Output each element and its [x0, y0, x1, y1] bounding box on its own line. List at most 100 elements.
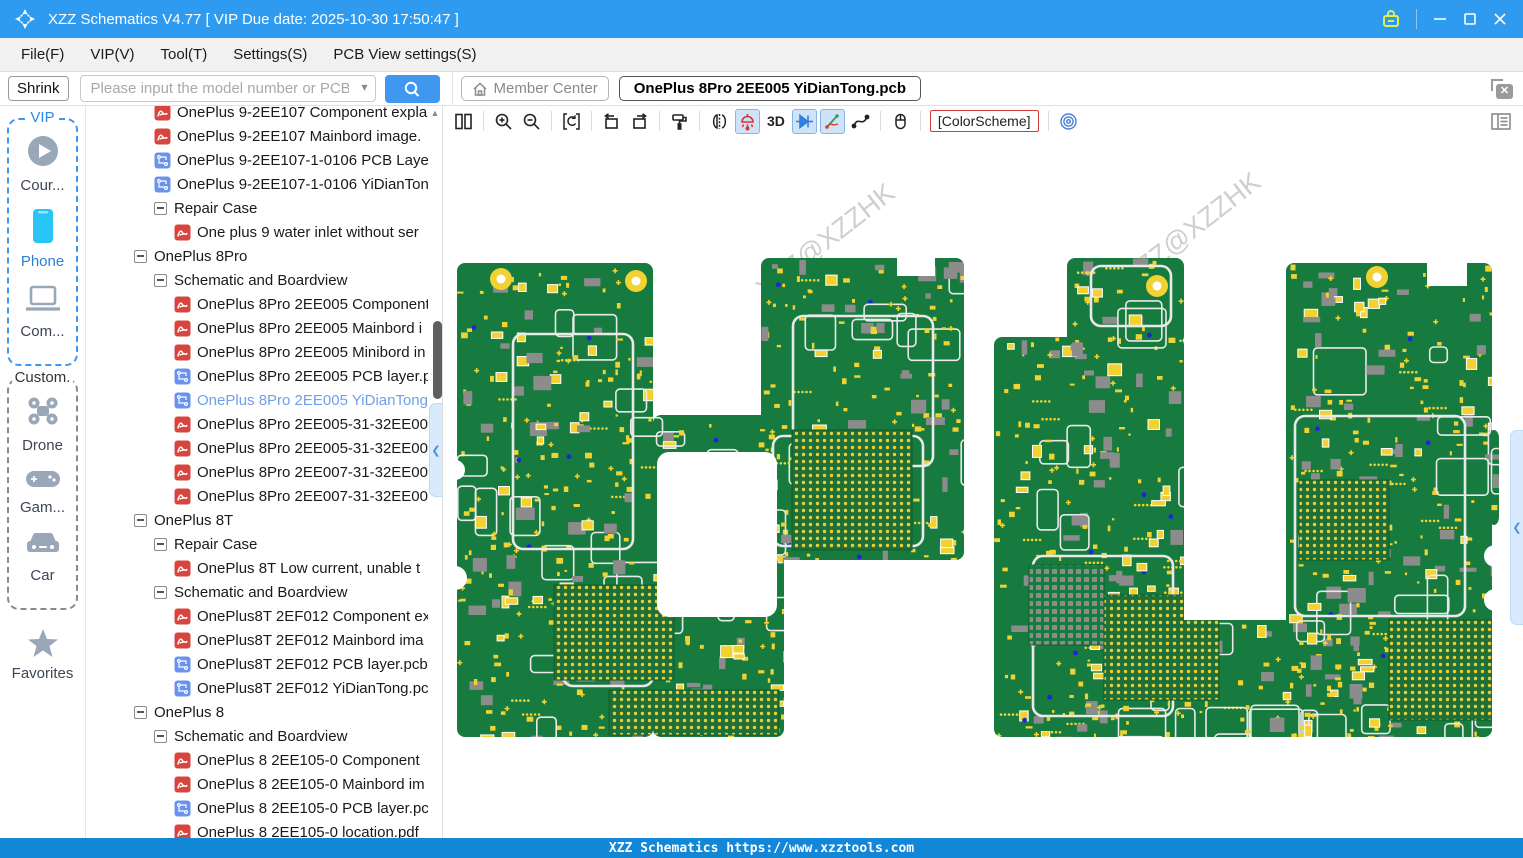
- rotate-right-icon[interactable]: [627, 109, 652, 134]
- search-button[interactable]: [385, 75, 440, 103]
- measure-icon[interactable]: [820, 109, 845, 134]
- tree-file-row[interactable]: OnePlus8T 2EF012 Component ex: [86, 604, 428, 628]
- tree-file-row[interactable]: OnePlus 8Pro 2EE005 Minibord in: [86, 340, 428, 364]
- tree-collapse-handle[interactable]: ❮: [429, 403, 442, 497]
- tree-file-row[interactable]: OnePlus 8Pro 2EE005 Mainbord i: [86, 316, 428, 340]
- tree-item-label: One plus 9 water inlet without ser: [197, 224, 419, 241]
- split-view-icon[interactable]: [451, 109, 476, 134]
- tree-group-row[interactable]: Repair Case: [86, 532, 428, 556]
- curve-icon[interactable]: [848, 109, 873, 134]
- paint-roller-icon[interactable]: [667, 109, 692, 134]
- sidebar-item-label: Cour...: [20, 177, 64, 194]
- minimize-button[interactable]: [1425, 6, 1455, 32]
- rotate-select-icon[interactable]: [559, 109, 584, 134]
- tree-file-row[interactable]: OnePlus 9-2EE107 Component explan: [86, 106, 428, 124]
- tree-file-row[interactable]: OnePlus 8 2EE105-0 PCB layer.pcb: [86, 796, 428, 820]
- collapse-box-icon[interactable]: [154, 538, 167, 551]
- tree-file-row[interactable]: OnePlus 8 2EE105-0 Mainbord im: [86, 772, 428, 796]
- sidebar-item-computer[interactable]: Com...: [9, 284, 76, 340]
- toolbar-separator: [659, 111, 660, 131]
- tree-file-row[interactable]: OnePlus 8 2EE105-0 location.pdf: [86, 820, 428, 838]
- layers-panel-toggle-icon[interactable]: [1491, 113, 1511, 130]
- collapse-box-icon[interactable]: [154, 274, 167, 287]
- menu-item-4[interactable]: PCB View settings(S): [320, 38, 489, 71]
- mirror-flip-icon[interactable]: [707, 109, 732, 134]
- tree-file-row[interactable]: OnePlus 8T Low current, unable t: [86, 556, 428, 580]
- pcb-file-icon: [154, 152, 171, 169]
- diode-icon[interactable]: [792, 109, 817, 134]
- sidebar-item-favorites[interactable]: Favorites: [0, 628, 85, 682]
- pcb-canvas[interactable]: XZZ@XZZHKXZZ@XZZHK: [443, 136, 1523, 838]
- tree-group-row[interactable]: OnePlus 8Pro: [86, 244, 428, 268]
- 3d-view-button[interactable]: 3D: [763, 109, 789, 134]
- tree-item-label: OnePlus 9-2EE107-1-0106 YiDianTon: [177, 176, 428, 193]
- member-center-button[interactable]: Member Center: [461, 76, 609, 101]
- tree-file-row[interactable]: OnePlus 8 2EE105-0 Component: [86, 748, 428, 772]
- tree-scrollbar-thumb[interactable]: [433, 321, 442, 399]
- tree-group-row[interactable]: Schematic and Boardview: [86, 580, 428, 604]
- menu-item-3[interactable]: Settings(S): [220, 38, 320, 71]
- pcb-file-icon: [174, 392, 191, 409]
- shrink-button[interactable]: Shrink: [8, 76, 69, 101]
- gamepad-icon: [24, 468, 62, 495]
- collapse-box-icon[interactable]: [154, 202, 167, 215]
- chevron-down-icon[interactable]: ▾: [362, 80, 368, 94]
- toolbar-separator: [699, 111, 700, 131]
- tree-file-row[interactable]: OnePlus 8Pro 2EE005-31-32EE007: [86, 436, 428, 460]
- collapse-box-icon[interactable]: [134, 514, 147, 527]
- menu-item-0[interactable]: File(F): [8, 38, 77, 71]
- tree-group-row[interactable]: Schematic and Boardview: [86, 268, 428, 292]
- tree-file-row[interactable]: OnePlus 8Pro 2EE005-31-32EE007: [86, 412, 428, 436]
- sidebar-item-drone[interactable]: Drone: [9, 394, 76, 454]
- sidebar-item-label: Car: [30, 567, 54, 584]
- collapse-box-icon[interactable]: [134, 706, 147, 719]
- collapse-box-icon[interactable]: [154, 730, 167, 743]
- close-button[interactable]: [1485, 6, 1515, 32]
- colorscheme-button[interactable]: [ColorScheme]: [930, 110, 1039, 132]
- tree-file-row[interactable]: One plus 9 water inlet without ser: [86, 220, 428, 244]
- active-pcb-tab[interactable]: OnePlus 8Pro 2EE005 YiDianTong.pcb: [619, 76, 921, 101]
- mouse-icon[interactable]: [888, 109, 913, 134]
- lamp-icon[interactable]: [735, 109, 760, 134]
- tree-file-row[interactable]: OnePlus 9-2EE107-1-0106 YiDianTon: [86, 172, 428, 196]
- tree-file-row[interactable]: OnePlus 9-2EE107 Mainbord image.: [86, 124, 428, 148]
- tree-file-row[interactable]: OnePlus 8Pro 2EE007-31-32EE007: [86, 460, 428, 484]
- vip-lock-icon[interactable]: [1380, 8, 1402, 30]
- tree-file-row[interactable]: OnePlus8T 2EF012 PCB layer.pcb: [86, 652, 428, 676]
- tree-file-row[interactable]: OnePlus8T 2EF012 YiDianTong.pc: [86, 676, 428, 700]
- pdf-file-icon: [174, 416, 191, 433]
- pcb-file-icon: [174, 368, 191, 385]
- sidebar-item-courses[interactable]: Cour...: [9, 134, 76, 194]
- sidebar-item-car[interactable]: Car: [9, 530, 76, 584]
- tree-item-label: OnePlus 9-2EE107-1-0106 PCB Layer: [177, 152, 428, 169]
- tree-file-row[interactable]: OnePlus 8Pro 2EE005 YiDianTong: [86, 388, 428, 412]
- tree-group-row[interactable]: OnePlus 8T: [86, 508, 428, 532]
- zoom-in-icon[interactable]: [491, 109, 516, 134]
- collapse-box-icon[interactable]: [134, 250, 147, 263]
- menu-item-1[interactable]: VIP(V): [77, 38, 147, 71]
- tree-group-row[interactable]: Schematic and Boardview: [86, 724, 428, 748]
- sidebar-item-phone[interactable]: Phone: [9, 208, 76, 270]
- maximize-button[interactable]: [1455, 6, 1485, 32]
- search-input[interactable]: [80, 75, 376, 102]
- tree-file-row[interactable]: OnePlus8T 2EF012 Mainbord ima: [86, 628, 428, 652]
- right-panel-collapse-handle[interactable]: ❮: [1510, 430, 1523, 625]
- close-all-tabs-icon[interactable]: ✕: [1491, 79, 1513, 99]
- pdf-file-icon: [174, 224, 191, 241]
- scroll-up-arrow[interactable]: ▲: [430, 108, 440, 118]
- tree-file-row[interactable]: OnePlus 8Pro 2EE005 PCB layer.p: [86, 364, 428, 388]
- rotate-left-icon[interactable]: [599, 109, 624, 134]
- pdf-file-icon: [174, 464, 191, 481]
- sidebar-item-game[interactable]: Gam...: [9, 468, 76, 516]
- tree-group-row[interactable]: OnePlus 8: [86, 700, 428, 724]
- menu-item-2[interactable]: Tool(T): [148, 38, 221, 71]
- tree-file-row[interactable]: OnePlus 9-2EE107-1-0106 PCB Layer: [86, 148, 428, 172]
- tree-item-label: Schematic and Boardview: [174, 728, 347, 745]
- collapse-box-icon[interactable]: [154, 586, 167, 599]
- tree-group-row[interactable]: Repair Case: [86, 196, 428, 220]
- tree-item-label: Schematic and Boardview: [174, 584, 347, 601]
- tree-file-row[interactable]: OnePlus 8Pro 2EE007-31-32EE007: [86, 484, 428, 508]
- tree-file-row[interactable]: OnePlus 8Pro 2EE005 Component: [86, 292, 428, 316]
- zoom-out-icon[interactable]: [519, 109, 544, 134]
- color-rings-icon[interactable]: [1056, 109, 1081, 134]
